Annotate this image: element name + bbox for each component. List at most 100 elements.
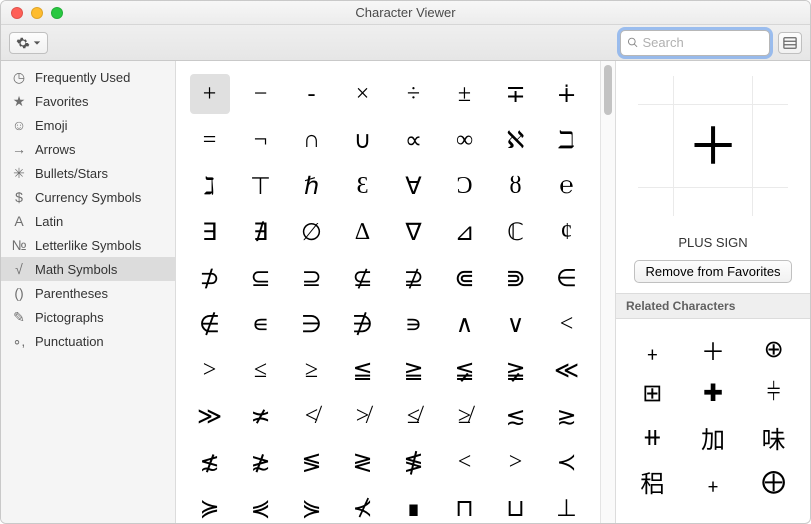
character-cell[interactable]: ¢	[547, 212, 587, 252]
sidebar-item-math-symbols[interactable]: √Math Symbols	[1, 257, 175, 281]
character-cell[interactable]: ∉	[190, 304, 230, 344]
character-cell[interactable]: >	[190, 350, 230, 390]
character-cell[interactable]: ⊥	[547, 488, 587, 523]
related-character[interactable]: ✚	[703, 379, 723, 408]
sidebar-item-letterlike-symbols[interactable]: №Letterlike Symbols	[1, 233, 175, 257]
character-cell[interactable]: <	[445, 442, 485, 482]
character-cell[interactable]: ℂ	[496, 212, 536, 252]
character-cell[interactable]: ⋑	[496, 258, 536, 298]
character-cell[interactable]: ⊓	[445, 488, 485, 523]
sidebar-item-emoji[interactable]: ☺Emoji	[1, 113, 175, 137]
character-cell[interactable]: ⊔	[496, 488, 536, 523]
character-cell[interactable]: ¬	[241, 120, 281, 160]
character-cell[interactable]: ≸	[394, 442, 434, 482]
grid-scrollbar[interactable]	[600, 61, 615, 523]
character-cell[interactable]: ≩	[496, 350, 536, 390]
character-grid[interactable]: +−-×÷±∓∔=¬∩∪∝∞ℵℶℷ⊤ℏƐ∀Ɔȣ℮∃∄∅∆∇⊿ℂ¢⊅⊆⊇⊈⊉⋐⋑∈…	[176, 61, 600, 523]
character-cell[interactable]: ≺	[547, 442, 587, 482]
character-cell[interactable]: ⋟	[292, 488, 332, 523]
character-cell[interactable]: ≦	[343, 350, 383, 390]
related-character[interactable]: ⊕	[764, 335, 784, 364]
character-cell[interactable]: ∋	[292, 304, 332, 344]
sidebar-item-parentheses[interactable]: ()Parentheses	[1, 281, 175, 305]
character-cell[interactable]: ∆	[343, 212, 383, 252]
character-cell[interactable]: ⊀	[343, 488, 383, 523]
character-cell[interactable]: ⊤	[241, 166, 281, 206]
character-cell[interactable]: -	[292, 74, 332, 114]
character-cell[interactable]: Ɔ	[445, 166, 485, 206]
search-input[interactable]	[643, 35, 763, 50]
character-cell[interactable]: ∍	[394, 304, 434, 344]
character-cell[interactable]: =	[190, 120, 230, 160]
related-character[interactable]: ⫩	[767, 380, 781, 407]
collapse-panel-button[interactable]	[778, 32, 802, 54]
character-cell[interactable]: ∊	[241, 304, 281, 344]
character-cell[interactable]: ℵ	[496, 120, 536, 160]
character-cell[interactable]: ∃	[190, 212, 230, 252]
character-cell[interactable]: ȣ	[496, 166, 536, 206]
sidebar-item-pictographs[interactable]: ✎Pictographs	[1, 305, 175, 329]
sidebar-item-latin[interactable]: ALatin	[1, 209, 175, 233]
related-character[interactable]: ﹢	[640, 332, 664, 367]
character-cell[interactable]: ±	[445, 74, 485, 114]
character-cell[interactable]: ÷	[394, 74, 434, 114]
character-cell[interactable]: ∝	[394, 120, 434, 160]
scrollbar-thumb[interactable]	[604, 65, 612, 115]
character-cell[interactable]: ≳	[547, 396, 587, 436]
character-cell[interactable]: ≰	[394, 396, 434, 436]
sidebar-item-favorites[interactable]: ★Favorites	[1, 89, 175, 113]
character-cell[interactable]: ≧	[394, 350, 434, 390]
character-cell[interactable]: ≮	[292, 396, 332, 436]
sidebar-item-bullets-stars[interactable]: ✳Bullets/Stars	[1, 161, 175, 185]
sidebar-item-arrows[interactable]: →Arrows	[1, 137, 175, 161]
character-cell[interactable]: ∇	[394, 212, 434, 252]
related-character[interactable]: ⨁	[762, 467, 786, 496]
character-cell[interactable]: ⊅	[190, 258, 230, 298]
character-cell[interactable]: ≵	[241, 442, 281, 482]
character-cell[interactable]: ⊇	[292, 258, 332, 298]
character-cell[interactable]: ∧	[445, 304, 485, 344]
character-cell[interactable]: ∞	[445, 120, 485, 160]
character-cell[interactable]: ℷ	[190, 166, 230, 206]
character-cell[interactable]: <	[547, 304, 587, 344]
related-character[interactable]: 加	[701, 420, 725, 455]
character-cell[interactable]: ⊿	[445, 212, 485, 252]
character-cell[interactable]: ∩	[292, 120, 332, 160]
related-character[interactable]: ＋	[701, 332, 725, 367]
character-cell[interactable]: ℏ	[292, 166, 332, 206]
character-cell[interactable]: Ɛ	[343, 166, 383, 206]
remove-from-favorites-button[interactable]: Remove from Favorites	[634, 260, 791, 283]
character-cell[interactable]: ∅	[292, 212, 332, 252]
character-cell[interactable]: ≤	[241, 350, 281, 390]
character-cell[interactable]: −	[241, 74, 281, 114]
action-menu-button[interactable]	[9, 32, 48, 54]
sidebar-item-punctuation[interactable]: ∘,Punctuation	[1, 329, 175, 353]
character-cell[interactable]: ≱	[445, 396, 485, 436]
character-cell[interactable]: ≪	[547, 350, 587, 390]
character-cell[interactable]: ×	[343, 74, 383, 114]
character-cell[interactable]: ∌	[343, 304, 383, 344]
character-cell[interactable]: ⋐	[445, 258, 485, 298]
character-cell[interactable]: +	[190, 74, 230, 114]
character-cell[interactable]: ≫	[190, 396, 230, 436]
related-character[interactable]: ⊞	[642, 379, 662, 408]
character-cell[interactable]: ∔	[547, 74, 587, 114]
character-cell[interactable]: ⊈	[343, 258, 383, 298]
character-cell[interactable]: ℶ	[547, 120, 587, 160]
character-cell[interactable]: ⋞	[241, 488, 281, 523]
character-cell[interactable]: ∄	[241, 212, 281, 252]
related-character[interactable]: ﹢	[701, 464, 725, 499]
sidebar-item-currency-symbols[interactable]: $Currency Symbols	[1, 185, 175, 209]
character-cell[interactable]: ≥	[292, 350, 332, 390]
character-cell[interactable]: ≴	[190, 442, 230, 482]
character-cell[interactable]: ≽	[190, 488, 230, 523]
character-cell[interactable]: ℮	[547, 166, 587, 206]
character-cell[interactable]: ∀	[394, 166, 434, 206]
character-cell[interactable]: ∎	[394, 488, 434, 523]
character-cell[interactable]: >	[496, 442, 536, 482]
character-cell[interactable]: ∓	[496, 74, 536, 114]
related-character[interactable]: ⧺	[642, 423, 662, 452]
related-character[interactable]: 味	[762, 420, 786, 455]
search-field[interactable]	[620, 30, 770, 56]
character-cell[interactable]: ≶	[292, 442, 332, 482]
